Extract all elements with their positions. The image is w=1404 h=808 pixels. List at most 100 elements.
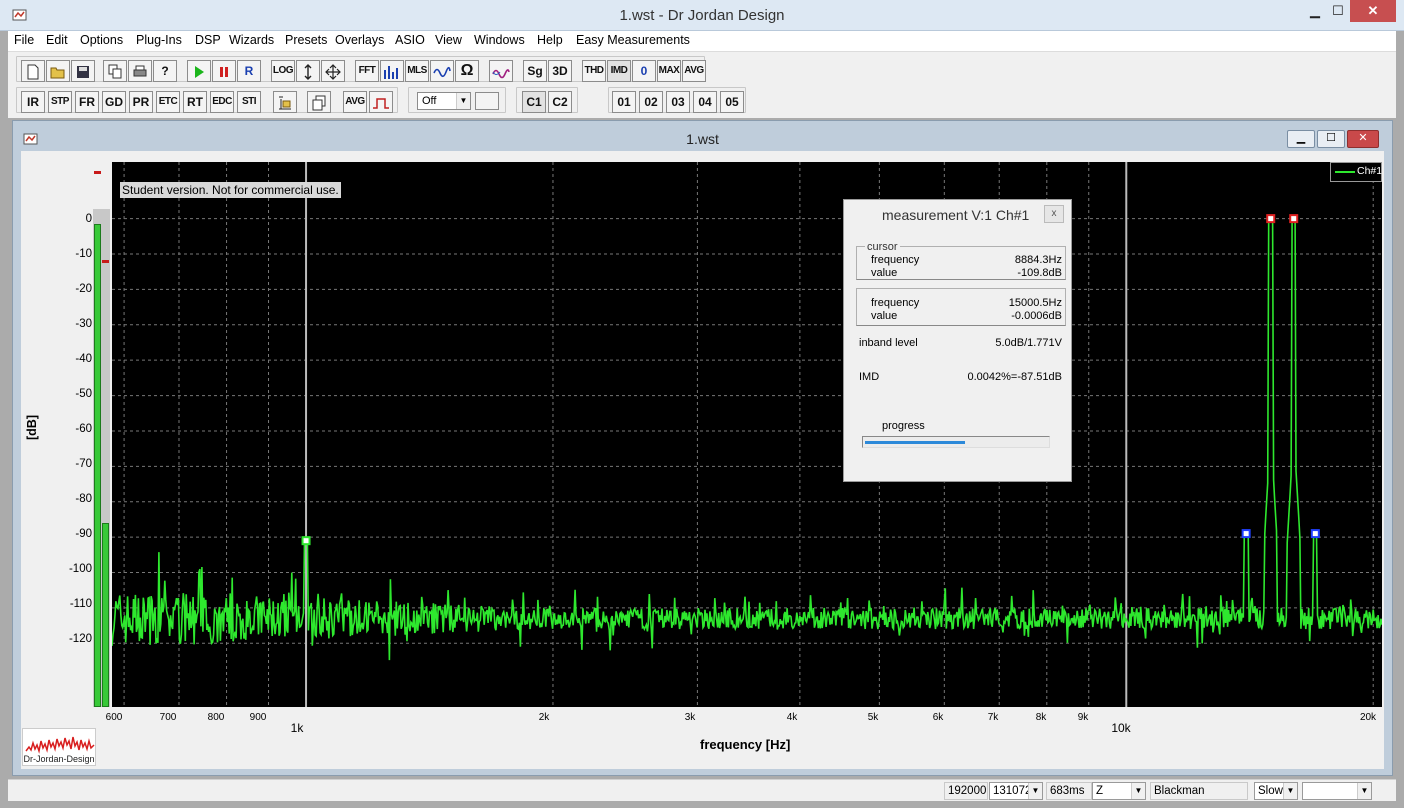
imd-button[interactable]: IMD [607, 60, 631, 82]
y-tick: -50 [75, 388, 92, 400]
fft-size-select[interactable]: 131072 ▼ [989, 782, 1043, 800]
menu-windows[interactable]: Windows [474, 33, 525, 47]
stp-button[interactable]: STP [48, 91, 72, 113]
measurement-panel[interactable]: measurement V:1 Ch#1 x cursor frequency … [843, 199, 1072, 482]
etc-button[interactable]: ETC [156, 91, 180, 113]
menu-view[interactable]: View [435, 33, 462, 47]
ohm-button[interactable]: Ω [455, 60, 479, 82]
off-select[interactable]: Off ▼ [417, 92, 471, 110]
status-bar: 192000 131072 ▼ 683ms Z ▼ Blackman Slow … [8, 779, 1396, 801]
document-close-button[interactable]: ✕ [1347, 130, 1379, 148]
chevron-down-icon[interactable]: ▼ [1028, 783, 1042, 799]
ir-button[interactable]: IR [21, 91, 45, 113]
avg-button[interactable]: AVG [682, 60, 706, 82]
logo-text: Dr-Jordan-Design [23, 754, 95, 764]
play-icon[interactable] [187, 60, 211, 82]
fr-button[interactable]: FR [75, 91, 99, 113]
level-meter-peak-left [94, 171, 101, 174]
x-tick: 5k [867, 712, 879, 723]
preset-03-button[interactable]: 03 [666, 91, 690, 113]
menu-presets[interactable]: Presets [285, 33, 327, 47]
y-tick: -40 [75, 353, 92, 365]
series-line-ch1 [112, 217, 1382, 661]
menu-file[interactable]: File [14, 33, 34, 47]
spectrum-icon[interactable] [380, 60, 404, 82]
gd-button[interactable]: GD [102, 91, 126, 113]
rt-button[interactable]: RT [183, 91, 207, 113]
chevron-down-icon[interactable]: ▼ [456, 93, 470, 109]
mls-button[interactable]: MLS [405, 60, 429, 82]
menu-asio[interactable]: ASIO [395, 33, 425, 47]
menu-options[interactable]: Options [80, 33, 123, 47]
overlay-icon[interactable] [307, 91, 331, 113]
3d-button[interactable]: 3D [548, 60, 572, 82]
document-minimize-button[interactable]: ▁ [1287, 130, 1315, 148]
chevron-down-icon[interactable]: ▼ [1283, 783, 1297, 799]
y-tick: 0 [85, 213, 92, 225]
menu-plug-ins[interactable]: Plug-Ins [136, 33, 182, 47]
menu-edit[interactable]: Edit [46, 33, 68, 47]
menu-overlays[interactable]: Overlays [335, 33, 384, 47]
copy-icon[interactable] [103, 60, 127, 82]
channel-c1-button[interactable]: C1 [522, 91, 546, 113]
scale-icon[interactable] [296, 60, 320, 82]
channel-c2-button[interactable]: C2 [548, 91, 572, 113]
sweep-icon[interactable] [430, 60, 454, 82]
preset-01-button[interactable]: 01 [612, 91, 636, 113]
move-icon[interactable] [321, 60, 345, 82]
measurement-close-button[interactable]: x [1044, 205, 1064, 223]
open-icon[interactable] [46, 60, 70, 82]
progress-label: progress [882, 420, 925, 432]
fft-size-value: 131072 [993, 785, 1032, 797]
preset-05-button[interactable]: 05 [720, 91, 744, 113]
record-button[interactable]: R [237, 60, 261, 82]
peak-frequency-value: 15000.5Hz [1008, 297, 1062, 309]
sti-button[interactable]: STI [237, 91, 261, 113]
speed-select[interactable]: Slow ▼ [1254, 782, 1298, 800]
preset-04-button[interactable]: 04 [693, 91, 717, 113]
document-maximize-button[interactable]: ☐ [1317, 130, 1345, 148]
extra-select[interactable]: ▼ [1302, 782, 1372, 800]
x-axis-label: frequency [Hz] [700, 737, 791, 752]
wave-icon[interactable] [489, 60, 513, 82]
menu-dsp[interactable]: DSP [195, 33, 221, 47]
thd-button[interactable]: THD [582, 60, 606, 82]
maximize-button[interactable]: ☐ [1328, 0, 1348, 22]
x-tick: 3k [684, 712, 696, 723]
close-button[interactable]: ✕ [1350, 0, 1396, 22]
pr-button[interactable]: PR [129, 91, 153, 113]
chevron-down-icon[interactable]: ▼ [1357, 783, 1371, 799]
edc-button[interactable]: EDC [210, 91, 234, 113]
y-tick: -10 [75, 248, 92, 260]
gate-icon[interactable] [369, 91, 393, 113]
x-tick: 6k [932, 712, 944, 723]
y-tick: -80 [75, 493, 92, 505]
signal-generator-button[interactable]: Sg [523, 60, 547, 82]
zero-button[interactable]: 0 [632, 60, 656, 82]
peak-value-label: value [871, 310, 898, 322]
log-button[interactable]: LOG [271, 60, 295, 82]
legend-swatch [1335, 171, 1355, 173]
weighting-select[interactable]: Z ▼ [1092, 782, 1146, 800]
fft-button[interactable]: FFT [355, 60, 379, 82]
speed-value: Slow [1258, 785, 1283, 797]
menu-help[interactable]: Help [537, 33, 563, 47]
menu-easy-measurements[interactable]: Easy Measurements [576, 33, 690, 47]
save-icon[interactable] [71, 60, 95, 82]
print-icon[interactable] [128, 60, 152, 82]
preset-toolbar: 01 02 03 04 05 [608, 87, 746, 113]
preset-02-button[interactable]: 02 [639, 91, 663, 113]
menu-wizards[interactable]: Wizards [229, 33, 274, 47]
sample-rate-field: 192000 [944, 782, 988, 800]
minimize-button[interactable]: ▁ [1302, 0, 1328, 22]
max-button[interactable]: MAX [657, 60, 681, 82]
avg-button-2[interactable]: AVG [343, 91, 367, 113]
spectrum-plot[interactable] [112, 162, 1382, 707]
pause-icon[interactable] [212, 60, 236, 82]
document-title: 1.wst [686, 131, 719, 147]
chevron-down-icon[interactable]: ▼ [1131, 783, 1145, 799]
marker-icon[interactable] [273, 91, 297, 113]
help-button[interactable]: ? [153, 60, 177, 82]
off-toggle-button[interactable] [475, 92, 499, 110]
new-icon[interactable] [21, 60, 45, 82]
